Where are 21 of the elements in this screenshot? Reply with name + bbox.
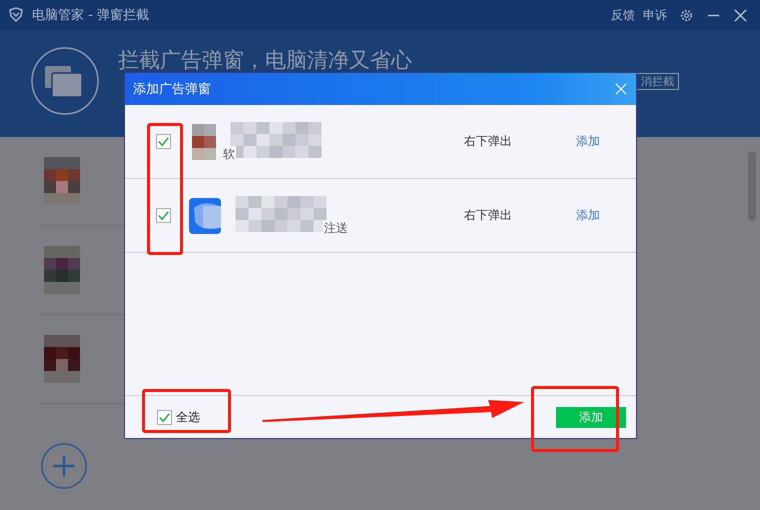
close-icon[interactable] — [733, 8, 748, 22]
checkbox[interactable] — [156, 134, 171, 149]
checkbox[interactable] — [157, 410, 172, 424]
add-icon[interactable] — [40, 442, 88, 490]
add-link[interactable]: 添加 — [576, 133, 636, 150]
window-title: 电脑管家 - 弹窗拦截 — [32, 7, 149, 24]
shield-icon — [8, 7, 24, 23]
popup-position: 右下弹出 — [464, 133, 513, 150]
settings-icon[interactable] — [679, 8, 694, 22]
header-link[interactable]: 申诉 — [643, 6, 667, 24]
app-name: 软 — [222, 146, 236, 162]
dialog-title: 添加广告弹窗 — [133, 81, 212, 98]
add-button[interactable]: 添加 — [556, 406, 626, 428]
app-name: 注送 — [323, 220, 349, 236]
add-link[interactable]: 添加 — [576, 207, 636, 224]
headline: 拦截广告弹窗，电脑清净又省心 — [118, 47, 412, 74]
windows-icon — [30, 46, 100, 116]
popup-position: 右下弹出 — [464, 207, 513, 224]
header-link[interactable]: 反馈 — [611, 6, 635, 24]
select-all-label: 全选 — [176, 408, 200, 426]
checkbox[interactable] — [156, 208, 171, 223]
